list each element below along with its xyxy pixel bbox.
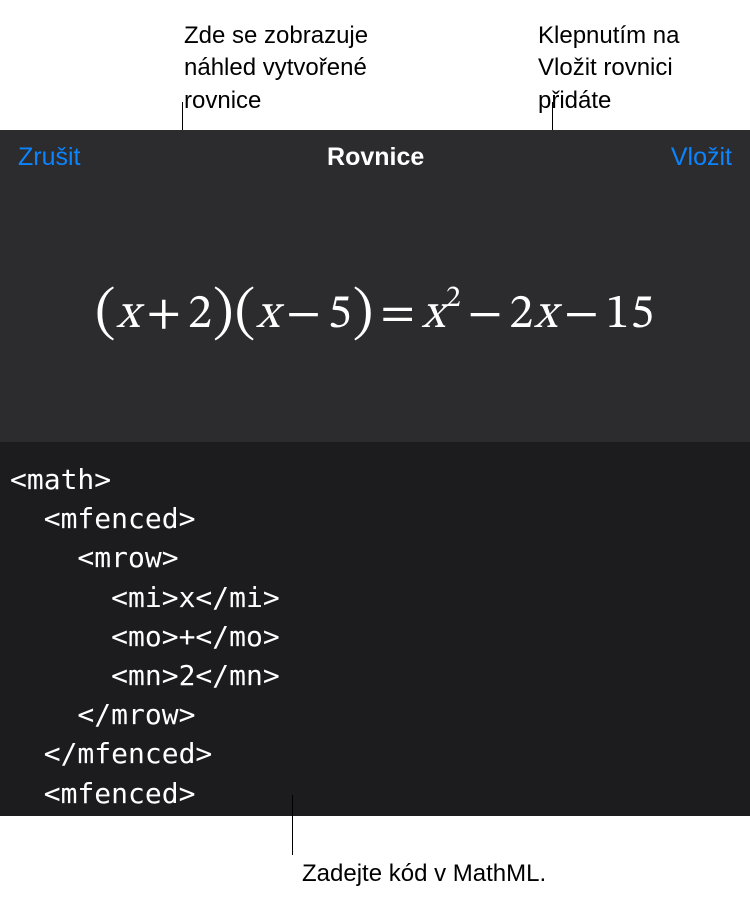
right-paren-1: ) bbox=[213, 285, 235, 343]
callout-code: Zadejte kód v MathML. bbox=[302, 858, 546, 890]
op-plus: + bbox=[141, 291, 189, 339]
op-equals: = bbox=[374, 291, 422, 339]
dialog-title: Rovnice bbox=[327, 143, 424, 172]
num-2: 2 bbox=[188, 291, 213, 339]
callout-preview: Zde se zobrazuje náhled vytvořené rovnic… bbox=[184, 20, 444, 130]
equation-dialog: Zrušit Rovnice Vložit (x+2)(x−5)=x2−2x−1… bbox=[0, 130, 750, 816]
equation-preview-area: (x+2)(x−5)=x2−2x−15 bbox=[0, 182, 750, 442]
callout-insert: Klepnutím na Vložit rovnici přidáte bbox=[538, 20, 738, 130]
var-x-4: x bbox=[534, 291, 558, 339]
mathml-code-input[interactable]: <math> <mfenced> <mrow> <mi>x</mi> <mo>+… bbox=[0, 442, 750, 816]
left-paren-1: ( bbox=[95, 285, 117, 343]
left-paren-2: ( bbox=[235, 285, 257, 343]
op-minus-3: − bbox=[558, 291, 606, 339]
exponent-2: 2 bbox=[446, 284, 462, 314]
dialog-header: Zrušit Rovnice Vložit bbox=[0, 130, 750, 182]
cancel-button[interactable]: Zrušit bbox=[18, 143, 81, 172]
insert-button[interactable]: Vložit bbox=[671, 143, 732, 172]
callout-line-code bbox=[292, 795, 293, 855]
op-minus-1: − bbox=[280, 291, 328, 339]
right-paren-2: ) bbox=[353, 285, 375, 343]
rendered-equation: (x+2)(x−5)=x2−2x−15 bbox=[95, 276, 655, 349]
num-5: 5 bbox=[328, 291, 353, 339]
var-x-2: x bbox=[256, 291, 280, 339]
var-x-1: x bbox=[117, 291, 141, 339]
var-x-3: x bbox=[422, 291, 446, 339]
op-minus-2: − bbox=[462, 291, 510, 339]
num-15: 15 bbox=[606, 291, 656, 339]
coeff-2: 2 bbox=[509, 291, 534, 339]
